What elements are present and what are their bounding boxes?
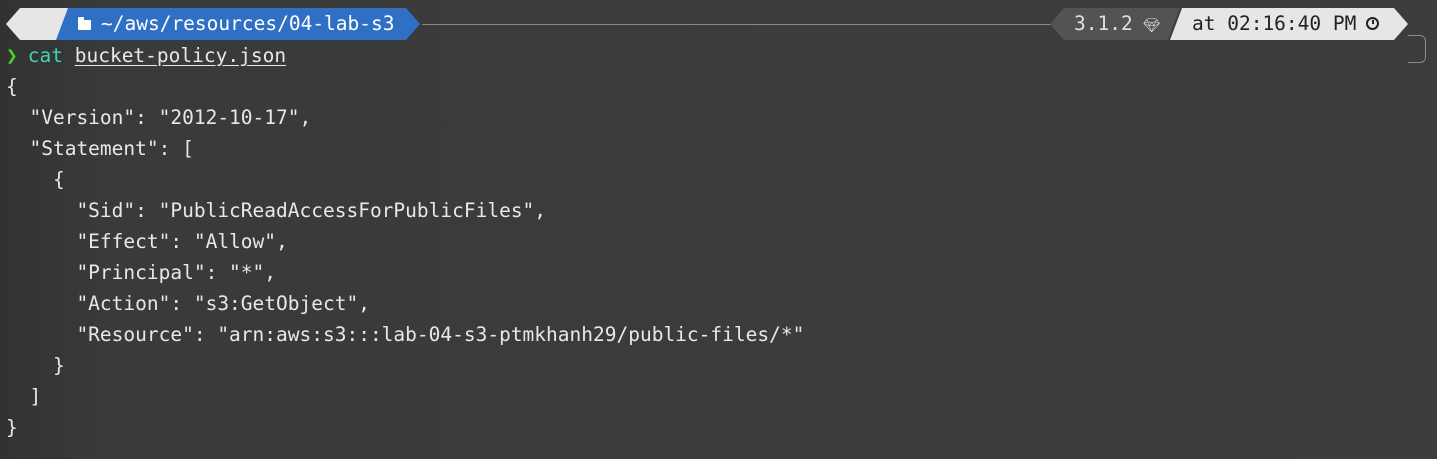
prompt-bar: ~/aws/resources/04-lab-s3 3.1.2 💎︎ at 02:… <box>0 8 1437 63</box>
terminal-window[interactable]: ~/aws/resources/04-lab-s3 3.1.2 💎︎ at 02:… <box>0 0 1437 459</box>
clock-icon <box>1366 17 1379 30</box>
output-line: } <box>6 416 18 439</box>
prompt-divider-line <box>422 24 1052 25</box>
prompt-chevron-icon: ❯ <box>6 44 18 67</box>
output-line: "Resource": "arn:aws:s3:::lab-04-s3-ptmk… <box>6 323 805 346</box>
ruby-version: 3.1.2 <box>1074 12 1133 35</box>
ruby-gem-icon: 💎︎ <box>1142 18 1161 34</box>
output-line: "Version": "2012-10-17", <box>6 106 312 129</box>
output-line: "Effect": "Allow", <box>6 230 288 253</box>
prompt-corner-bracket <box>1408 35 1426 63</box>
output-line: "Action": "s3:GetObject", <box>6 292 370 315</box>
folder-icon <box>78 20 91 30</box>
output-line: } <box>6 354 65 377</box>
command-argument[interactable]: bucket-policy.json <box>75 44 286 67</box>
path-segment: ~/aws/resources/04-lab-s3 <box>56 8 420 40</box>
command-name: cat <box>27 44 63 67</box>
output-line: { <box>6 168 65 191</box>
ruby-version-segment: 3.1.2 💎︎ <box>1050 8 1180 40</box>
output-line: { <box>6 75 18 98</box>
output-line: "Sid": "PublicReadAccessForPublicFiles", <box>6 199 547 222</box>
output-line: "Statement": [ <box>6 137 194 160</box>
output-line: ] <box>6 385 42 408</box>
current-path: ~/aws/resources/04-lab-s3 <box>101 12 395 35</box>
output-line: "Principal": "*", <box>6 261 277 284</box>
time-segment: at 02:16:40 PM <box>1170 8 1408 40</box>
command-output: { "Version": "2012-10-17", "Statement": … <box>6 71 804 443</box>
command-line[interactable]: ❯ cat bucket-policy.json <box>6 40 286 71</box>
prompt-time: at 02:16:40 PM <box>1192 12 1357 35</box>
